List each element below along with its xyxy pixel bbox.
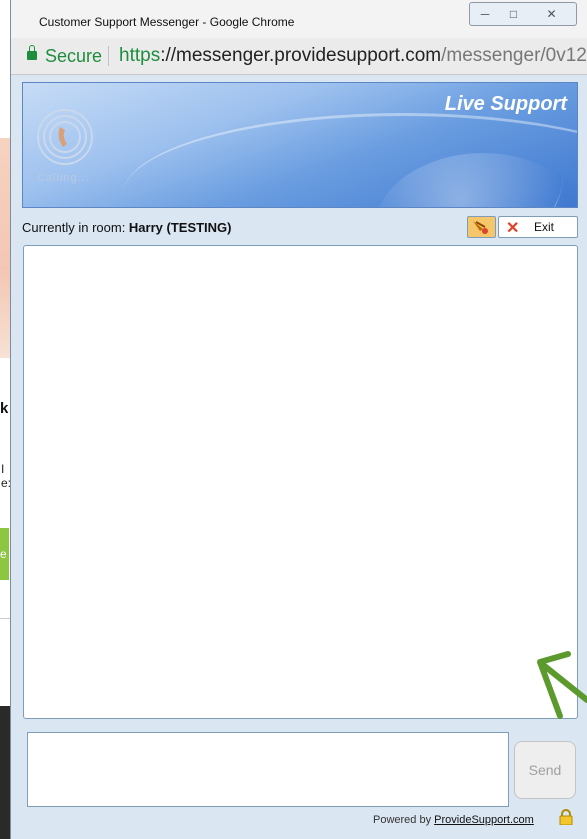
address-separator [108,46,109,66]
maximize-icon: □ [509,7,518,21]
powered-by: Powered by ProvideSupport.com [373,814,534,826]
minimize-button[interactable]: ─ [469,2,501,26]
background-dark-panel [0,706,10,839]
powered-by-label: Powered by [373,814,435,826]
room-info: Currently in room: Harry (TESTING) [22,220,232,235]
close-button[interactable]: ✕ [527,2,577,26]
exit-button-label: Exit [534,220,555,234]
phone-calling-icon [37,109,93,165]
banner-title: Live Support [444,93,567,115]
maximize-button[interactable]: □ [500,2,528,26]
background-image-fragment [0,138,10,358]
close-x-icon: ✕ [506,220,520,237]
lock-icon [27,45,37,60]
background-green-button-label: e [0,547,7,561]
background-green-button[interactable]: e [0,528,9,580]
arrow-annotation [537,651,587,719]
message-input[interactable] [27,732,509,807]
url-scheme: https [119,45,161,66]
send-button[interactable]: Send [514,741,576,799]
minimize-icon: ─ [480,7,490,21]
url-path: /messenger/0v1247 [441,45,587,66]
address-bar[interactable]: Secure https://messenger.providesupport.… [11,38,587,75]
window-title: Customer Support Messenger - Google Chro… [39,15,295,29]
background-text-fragment: k [0,400,9,417]
padlock-icon [559,809,573,825]
url-host: ://messenger.providesupport.com [160,45,442,66]
live-support-banner: Live Support Calling... [22,82,578,208]
close-icon: ✕ [546,7,557,21]
title-bar: Customer Support Messenger - Google Chro… [11,0,587,39]
sound-toggle-icon [473,221,488,234]
messenger-window: Customer Support Messenger - Google Chro… [10,0,587,839]
calling-status: Calling... [37,172,90,184]
room-name: Harry (TESTING) [128,220,232,235]
chat-transcript[interactable] [23,245,578,719]
exit-button[interactable]: ✕ Exit [498,216,578,238]
room-label: Currently in room: [22,220,129,235]
sound-toggle-button[interactable] [467,216,496,238]
providesupport-link[interactable]: ProvideSupport.com [434,814,534,826]
url-text[interactable]: https://messenger.providesupport.com/mes… [119,45,587,67]
secure-label: Secure [45,46,103,66]
